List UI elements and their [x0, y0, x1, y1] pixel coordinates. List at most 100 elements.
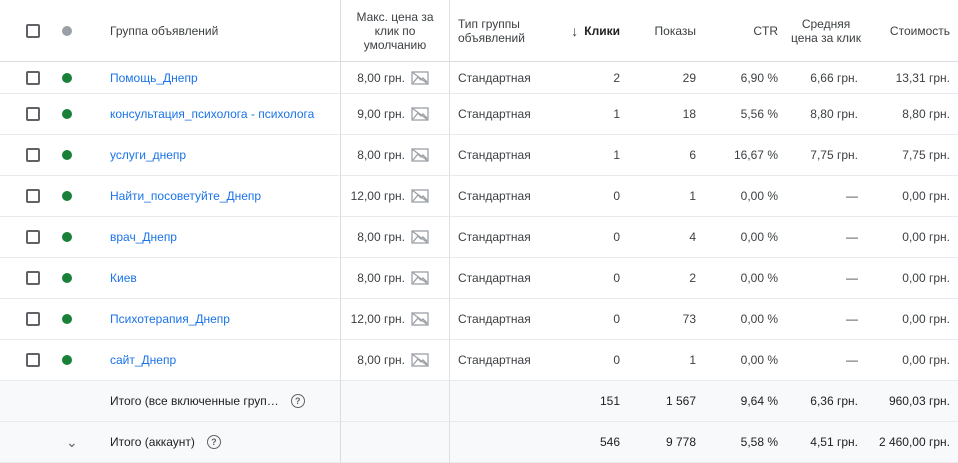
- clicks-value: 1: [548, 94, 628, 135]
- totals-bid-cell: [340, 381, 450, 422]
- ad-group-link[interactable]: услуги_днепр: [110, 148, 186, 162]
- table-row: Психотерапия_Днепр 12,00 грн. Стандартная 0…: [0, 299, 958, 340]
- header-impressions[interactable]: Показы: [628, 0, 704, 62]
- max-cpc-value: 8,00 грн.: [357, 271, 405, 285]
- max-cpc-cell[interactable]: 8,00 грн.: [340, 340, 450, 381]
- totals-label: Итого (все включенные груп…: [110, 394, 279, 408]
- account-impressions: 9 778: [628, 422, 704, 463]
- ad-group-link[interactable]: Психотерапия_Днепр: [110, 312, 230, 326]
- avg-cpc-value: 6,66 грн.: [786, 62, 866, 94]
- max-cpc-value: 9,00 грн.: [357, 107, 405, 121]
- status-dot-icon[interactable]: [62, 273, 72, 283]
- status-dot-icon[interactable]: [62, 191, 72, 201]
- arrow-down-icon: ↓: [571, 22, 579, 39]
- ad-group-name-cell: консультация_психолога - психолога: [64, 94, 340, 135]
- account-clicks: 546: [548, 422, 628, 463]
- status-dot-icon[interactable]: [62, 232, 72, 242]
- table-row: Найти_посоветуйте_Днепр 12,00 грн. Стандар…: [0, 176, 958, 217]
- max-cpc-cell[interactable]: 8,00 грн.: [340, 258, 450, 299]
- no-image-icon: [411, 70, 429, 85]
- cost-value: 0,00 грн.: [866, 258, 958, 299]
- ctr-value: 0,00 %: [704, 217, 786, 258]
- totals-type-cell: [450, 381, 548, 422]
- ad-group-name-cell: сайт_Днепр: [64, 340, 340, 381]
- row-checkbox[interactable]: [26, 148, 40, 162]
- row-checkbox[interactable]: [26, 230, 40, 244]
- clicks-value: 0: [548, 258, 628, 299]
- no-image-icon: [411, 189, 429, 203]
- impressions-value: 1: [628, 176, 704, 217]
- status-dot-icon[interactable]: [62, 314, 72, 324]
- max-cpc-cell[interactable]: 12,00 грн.: [340, 299, 450, 340]
- max-cpc-value: 8,00 грн.: [357, 70, 405, 85]
- account-ctr: 5,58 %: [704, 422, 786, 463]
- header-type[interactable]: Тип группы объявлений: [450, 0, 548, 62]
- row-checkbox[interactable]: [26, 271, 40, 285]
- ad-group-type: Стандартная: [450, 176, 548, 217]
- row-checkbox[interactable]: [26, 70, 40, 85]
- clicks-value: 0: [548, 217, 628, 258]
- header-ctr[interactable]: CTR: [704, 0, 786, 62]
- select-all-checkbox[interactable]: [26, 23, 40, 38]
- clicks-value: 0: [548, 340, 628, 381]
- ctr-value: 6,90 %: [704, 62, 786, 94]
- ad-group-link[interactable]: Помощь_Днепр: [110, 71, 198, 85]
- row-checkbox[interactable]: [26, 353, 40, 367]
- header-ad-group[interactable]: Группа объявлений: [64, 0, 340, 62]
- totals-cost: 960,03 грн.: [866, 381, 958, 422]
- max-cpc-cell[interactable]: 12,00 грн.: [340, 176, 450, 217]
- max-cpc-cell[interactable]: 8,00 грн.: [340, 62, 450, 94]
- no-image-icon: [411, 107, 429, 121]
- cost-value: 7,75 грн.: [866, 135, 958, 176]
- row-select-cell: [0, 94, 72, 135]
- ad-group-link[interactable]: консультация_психолога - психолога: [110, 107, 314, 121]
- ad-group-type: Стандартная: [450, 62, 548, 94]
- impressions-value: 2: [628, 258, 704, 299]
- clicks-value: 0: [548, 176, 628, 217]
- row-checkbox[interactable]: [26, 312, 40, 326]
- row-checkbox[interactable]: [26, 107, 40, 121]
- row-select-cell: [0, 340, 72, 381]
- row-select-cell: [0, 258, 72, 299]
- ad-group-name-cell: Помощь_Днепр: [64, 62, 340, 94]
- ad-group-link[interactable]: Найти_посоветуйте_Днепр: [110, 189, 261, 203]
- status-dot-icon[interactable]: [62, 355, 72, 365]
- table-body: Помощь_Днепр 8,00 грн. Стандартная 2 29 6,90 …: [0, 62, 958, 381]
- max-cpc-cell[interactable]: 8,00 грн.: [340, 217, 450, 258]
- avg-cpc-value: —: [786, 176, 866, 217]
- row-checkbox[interactable]: [26, 189, 40, 203]
- ad-group-link[interactable]: сайт_Днепр: [110, 353, 176, 367]
- impressions-value: 4: [628, 217, 704, 258]
- header-clicks[interactable]: ↓ Клики: [548, 0, 628, 62]
- ad-group-name-cell: Найти_посоветуйте_Днепр: [64, 176, 340, 217]
- header-cost[interactable]: Стоимость: [866, 0, 958, 62]
- ad-group-type: Стандартная: [450, 94, 548, 135]
- chevron-down-icon[interactable]: ⌄: [66, 434, 78, 451]
- help-icon[interactable]: ?: [290, 394, 305, 408]
- row-select-cell: [0, 62, 72, 94]
- totals-row-account: ⌄ Итого (аккаунт) ? 546 9 778 5,58 % 4,5…: [0, 422, 958, 463]
- max-cpc-cell[interactable]: 8,00 грн.: [340, 135, 450, 176]
- ad-group-link[interactable]: врач_Днепр: [110, 230, 177, 244]
- impressions-value: 6: [628, 135, 704, 176]
- ad-group-type: Стандартная: [450, 135, 548, 176]
- header-max-cpc[interactable]: Макс. цена за клик по умолчанию: [340, 0, 450, 62]
- max-cpc-value: 8,00 грн.: [357, 353, 405, 367]
- no-image-icon: [411, 353, 429, 367]
- max-cpc-cell[interactable]: 9,00 грн.: [340, 94, 450, 135]
- clicks-value: 0: [548, 299, 628, 340]
- ad-group-name-cell: Киев: [64, 258, 340, 299]
- ad-group-link[interactable]: Киев: [110, 271, 137, 285]
- status-dot-icon[interactable]: [62, 109, 72, 119]
- header-avg-cpc[interactable]: Средняя цена за клик: [786, 0, 866, 62]
- ad-group-type: Стандартная: [450, 299, 548, 340]
- totals-clicks: 151: [548, 381, 628, 422]
- no-image-icon: [411, 312, 429, 326]
- totals-impressions: 1 567: [628, 381, 704, 422]
- status-dot-icon[interactable]: [62, 72, 72, 83]
- help-icon[interactable]: ?: [206, 435, 221, 449]
- no-image-icon: [411, 230, 429, 244]
- account-type-cell: [450, 422, 548, 463]
- ctr-value: 0,00 %: [704, 299, 786, 340]
- status-dot-icon[interactable]: [62, 150, 72, 160]
